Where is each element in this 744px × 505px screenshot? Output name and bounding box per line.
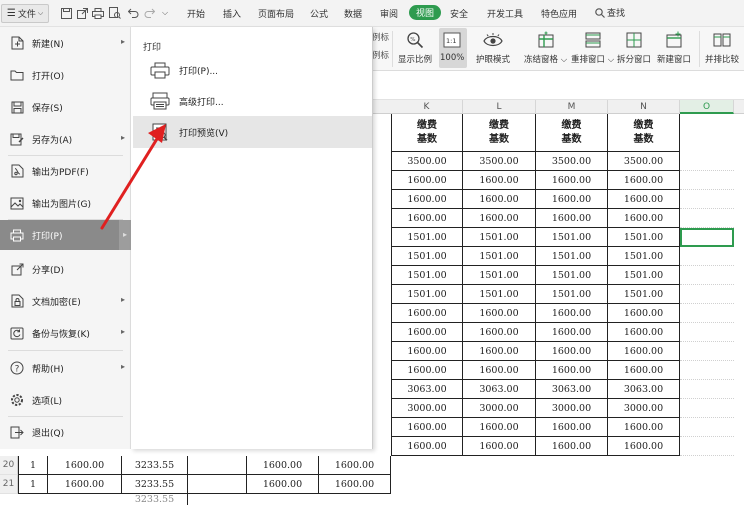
annotation-arrow	[100, 124, 166, 230]
annotation-arrow-line	[100, 132, 162, 230]
